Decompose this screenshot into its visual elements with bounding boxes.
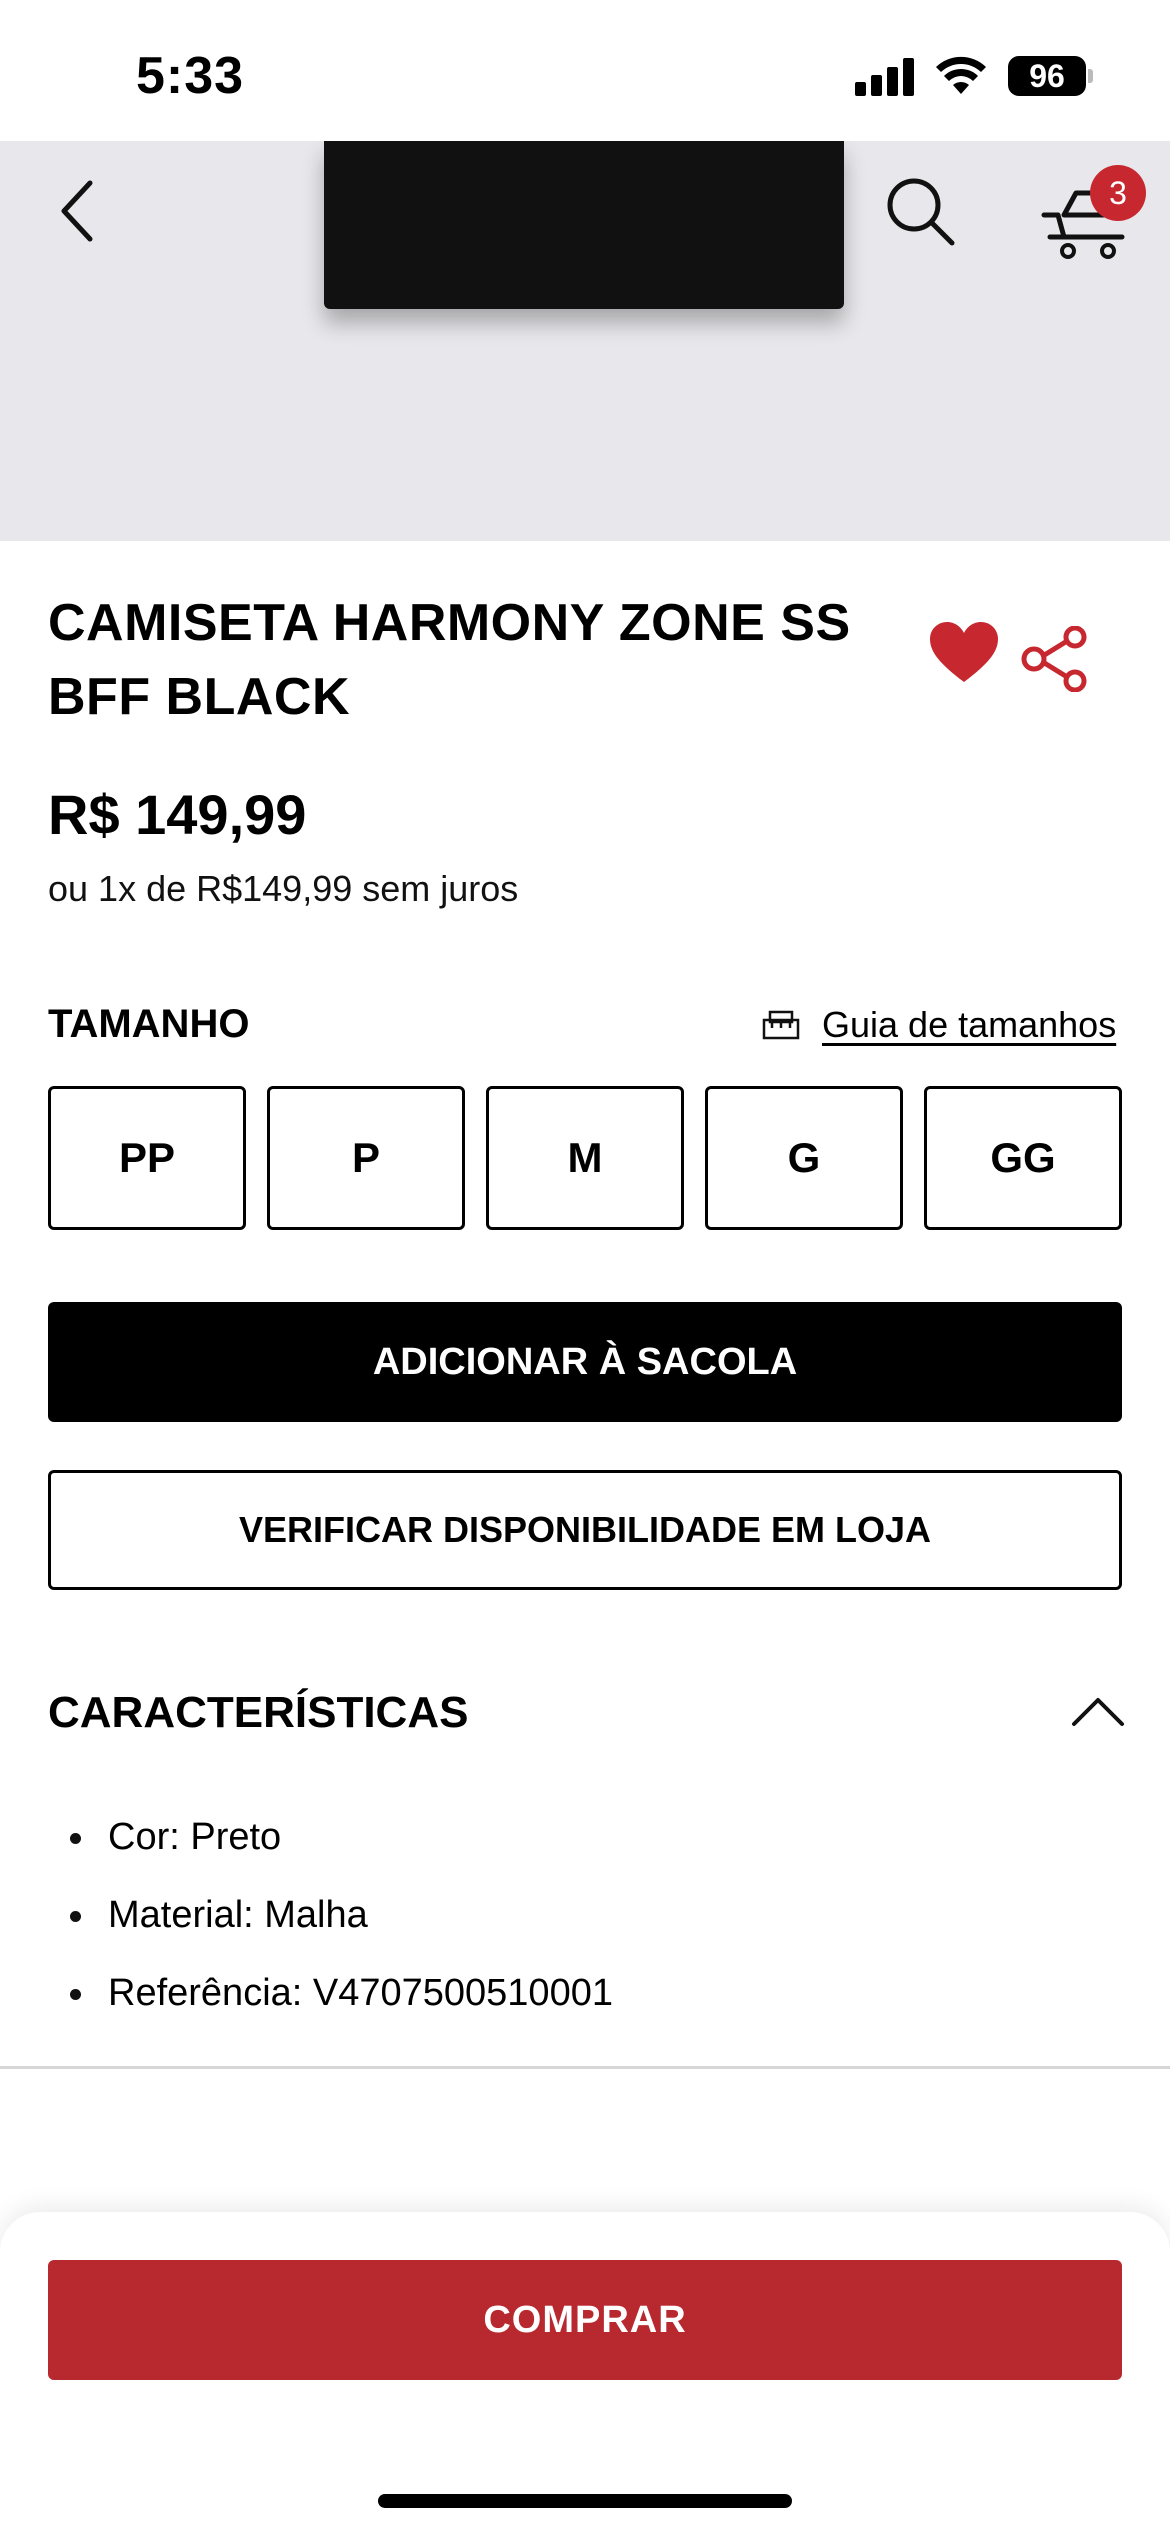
back-button[interactable] (48, 171, 108, 251)
ruler-icon (762, 1010, 800, 1040)
cart-count-badge: 3 (1090, 165, 1146, 221)
wifi-icon (936, 56, 986, 94)
heart-icon (930, 622, 998, 682)
feature-item: Cor: Preto (70, 1798, 613, 1876)
size-option-p[interactable]: P (267, 1086, 465, 1230)
buy-button[interactable]: COMPRAR (48, 2260, 1122, 2380)
size-option-gg[interactable]: GG (924, 1086, 1122, 1230)
product-title: CAMISETA HARMONY ZONE SS BFF BLACK (48, 594, 851, 726)
product-image (324, 141, 844, 309)
check-store-availability-button[interactable]: VERIFICAR DISPONIBILIDADE EM LOJA (48, 1470, 1122, 1590)
search-button[interactable] (880, 171, 960, 251)
cellular-signal-icon (855, 58, 915, 96)
chevron-left-icon (61, 180, 93, 242)
share-button[interactable] (1020, 625, 1090, 693)
add-to-bag-button[interactable]: ADICIONAR À SACOLA (48, 1302, 1122, 1422)
product-price: R$ 149,99 (48, 783, 307, 846)
size-guide-link[interactable]: Guia de tamanhos (762, 1004, 1116, 1046)
size-options: PP P M G GG (48, 1086, 1122, 1230)
features-collapse-toggle[interactable] (1070, 1692, 1126, 1732)
status-time: 5:33 (136, 47, 245, 105)
battery-indicator: 96 (1008, 56, 1086, 96)
section-divider (0, 2066, 1170, 2069)
chevron-up-icon (1072, 1698, 1124, 1726)
size-option-pp[interactable]: PP (48, 1086, 246, 1230)
favorite-button[interactable] (928, 620, 1000, 686)
size-option-g[interactable]: G (705, 1086, 903, 1230)
feature-item: Material: Malha (70, 1876, 613, 1954)
product-image-area: 3 (0, 141, 1170, 541)
size-guide-label: Guia de tamanhos (822, 1004, 1117, 1045)
features-title: CARACTERÍSTICAS (48, 1688, 469, 1737)
size-label: TAMANHO (48, 1002, 250, 1046)
battery-tip (1088, 69, 1093, 83)
cart-button[interactable]: 3 (1036, 165, 1146, 265)
share-icon (1021, 625, 1087, 693)
home-indicator (378, 2494, 792, 2508)
bottom-action-bar: COMPRAR (0, 2212, 1170, 2532)
search-icon (887, 178, 955, 246)
status-bar: 5:33 96 (0, 0, 1170, 141)
feature-item: Referência: V4707500510001 (70, 1954, 613, 2032)
features-list: Cor: Preto Material: Malha Referência: V… (70, 1798, 613, 2032)
installments-text: ou 1x de R$149,99 sem juros (48, 868, 519, 909)
size-option-m[interactable]: M (486, 1086, 684, 1230)
